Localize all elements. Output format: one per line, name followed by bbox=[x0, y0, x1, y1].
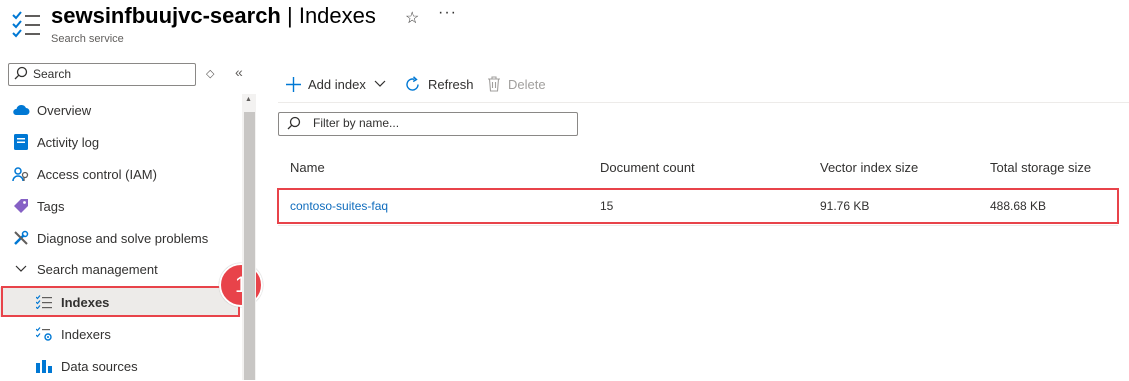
column-header-name[interactable]: Name bbox=[290, 160, 325, 175]
sidebar-item-diagnose[interactable]: Diagnose and solve problems bbox=[0, 223, 240, 253]
page-name: Indexes bbox=[298, 3, 376, 28]
tag-icon bbox=[12, 197, 30, 215]
delete-label: Delete bbox=[508, 76, 546, 92]
sidebar-item-indexers[interactable]: Indexers bbox=[0, 319, 240, 349]
page-subtitle: Search service bbox=[51, 33, 124, 45]
search-placeholder: Search bbox=[33, 67, 72, 81]
resource-name: sewsinfbuujvc-search bbox=[51, 3, 281, 28]
index-row-highlight-box bbox=[277, 188, 1119, 224]
star-icon[interactable]: ☆ bbox=[405, 8, 419, 28]
sidebar-item-label: Overview bbox=[37, 102, 92, 118]
step-badge: 1 bbox=[219, 263, 263, 307]
wrench-icon bbox=[12, 229, 30, 247]
sidebar-scrollbar-thumb[interactable] bbox=[244, 112, 255, 380]
data-sources-icon bbox=[35, 357, 53, 375]
people-icon bbox=[12, 165, 30, 183]
title-separator: | bbox=[280, 3, 299, 28]
sidebar-group-search-management[interactable]: Search management bbox=[0, 254, 240, 284]
filter-by-name-field[interactable] bbox=[278, 112, 578, 136]
sidebar-search-input[interactable]: Search bbox=[8, 63, 196, 86]
sidebar-group-label: Search management bbox=[37, 261, 158, 277]
sidebar-item-tags[interactable]: Tags bbox=[0, 191, 240, 221]
refresh-button[interactable]: Refresh bbox=[404, 74, 474, 94]
more-icon[interactable]: ··· bbox=[438, 4, 457, 22]
delete-button[interactable]: Delete bbox=[487, 74, 546, 94]
sidebar-item-label: Tags bbox=[37, 198, 65, 214]
indexes-highlight-box bbox=[1, 286, 240, 317]
add-index-label: Add index bbox=[308, 76, 366, 92]
trash-icon bbox=[487, 76, 501, 92]
column-header-vector-index-size[interactable]: Vector index size bbox=[820, 160, 918, 175]
search-options-icon[interactable]: ◇ bbox=[206, 67, 214, 80]
activity-log-icon bbox=[12, 133, 30, 151]
page-title: sewsinfbuujvc-search | Indexes bbox=[51, 3, 376, 29]
scroll-up-icon[interactable]: ▲ bbox=[245, 96, 252, 103]
sidebar-item-label: Diagnose and solve problems bbox=[37, 230, 209, 246]
collapse-sidebar-icon[interactable]: « bbox=[235, 64, 243, 80]
sidebar-item-label: Indexers bbox=[61, 326, 111, 342]
chevron-down-icon bbox=[374, 80, 386, 88]
chevron-down-icon bbox=[12, 260, 30, 278]
sidebar-item-activity-log[interactable]: Activity log bbox=[0, 127, 240, 157]
refresh-label: Refresh bbox=[428, 76, 474, 92]
add-index-button[interactable]: Add index bbox=[286, 74, 393, 94]
plus-icon bbox=[286, 76, 301, 92]
column-header-document-count[interactable]: Document count bbox=[600, 160, 695, 175]
sidebar-item-overview[interactable]: Overview bbox=[0, 95, 240, 125]
toolbar-divider bbox=[278, 102, 1129, 103]
sidebar-item-label: Data sources bbox=[61, 358, 138, 374]
search-icon bbox=[14, 66, 28, 80]
sidebar-item-data-sources[interactable]: Data sources bbox=[0, 351, 240, 381]
sidebar-item-label: Activity log bbox=[37, 134, 100, 150]
indexers-icon bbox=[35, 325, 53, 343]
sidebar-item-access-control[interactable]: Access control (IAM) bbox=[0, 159, 240, 189]
sidebar-item-label: Access control (IAM) bbox=[37, 166, 157, 182]
indexes-list-icon bbox=[11, 9, 41, 39]
refresh-icon bbox=[404, 75, 421, 93]
row-divider bbox=[278, 225, 1118, 226]
search-icon bbox=[287, 116, 301, 130]
cloud-icon bbox=[12, 101, 30, 119]
column-header-total-storage-size[interactable]: Total storage size bbox=[990, 160, 1091, 175]
filter-input[interactable] bbox=[313, 115, 563, 131]
